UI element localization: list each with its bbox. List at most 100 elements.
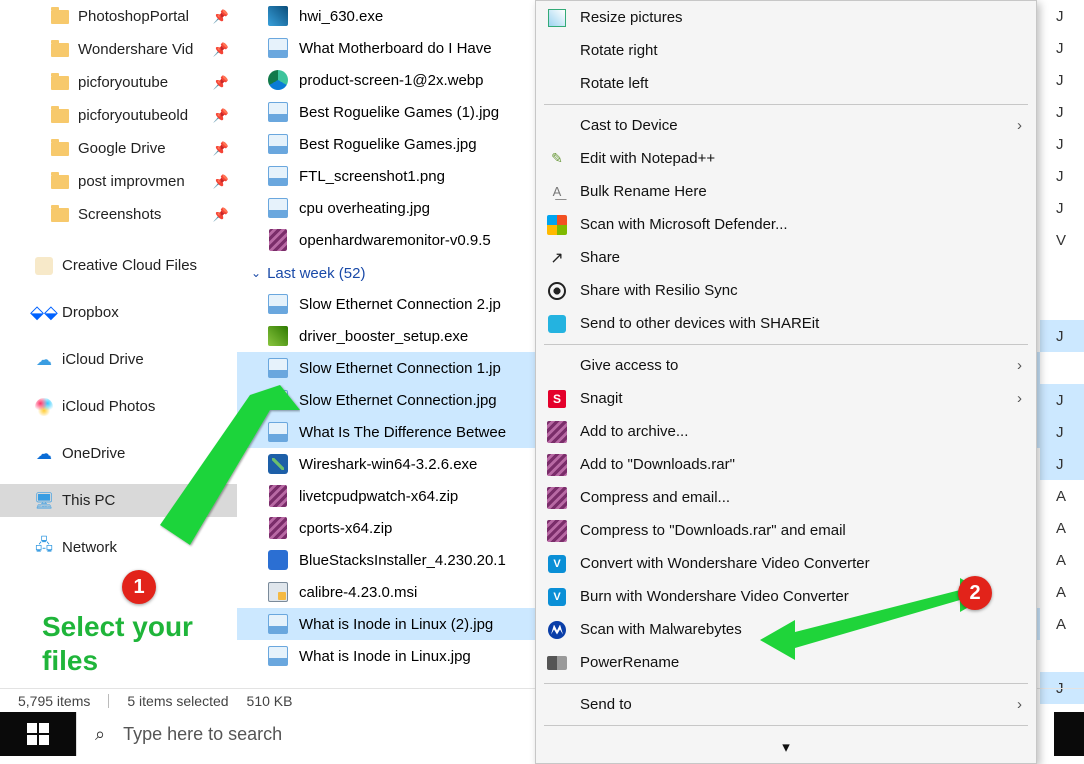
file-icon [267,37,289,59]
chevron-right-icon: › [1017,357,1022,374]
winrar-icon [546,421,568,443]
context-menu-item[interactable]: VConvert with Wondershare Video Converte… [536,547,1036,580]
sidebar-quick-access-item[interactable]: picforyoutubeold 📌 [0,99,237,132]
folder-icon [50,139,70,159]
menu-item-label: Resize pictures [580,9,683,26]
sidebar-quick-access-item[interactable]: picforyoutube 📌 [0,66,237,99]
sidebar-quick-access-item[interactable]: Screenshots📌 [0,198,237,231]
context-menu-item[interactable]: Rotate left [536,67,1036,100]
context-menu-item[interactable]: Cast to Device› [536,109,1036,142]
context-menu-item[interactable]: A͟ Bulk Rename Here [536,175,1036,208]
file-date-cell: J [1040,32,1084,64]
notepad-icon: ✎ [546,148,568,170]
file-icon [267,645,289,667]
context-menu-item[interactable]: ▾ [536,730,1036,763]
file-date-cell: A [1040,480,1084,512]
sidebar-item-label: Network [62,539,117,556]
file-date-cell [1040,352,1084,384]
file-icon [267,549,289,571]
sidebar-root-item[interactable]: ⬙⬙Dropbox [0,296,237,329]
file-icon [267,421,289,443]
share-icon: ↗ [546,247,568,269]
pin-icon: 📌 [213,108,229,124]
context-menu-item[interactable]: Compress and email... [536,481,1036,514]
bulk-icon: A͟ [546,181,568,203]
sidebar-item-label: picforyoutubeold [78,107,188,124]
nav-sidebar: PhotoshopPortal📌Wondershare Vid📌picforyo… [0,0,237,681]
wonder-icon: V [546,553,568,575]
winrar-icon [546,454,568,476]
sidebar-quick-access-item[interactable]: Google Drive📌 [0,132,237,165]
pin-icon: 📌 [213,9,229,25]
file-date-cell [1040,256,1084,288]
file-name: What Motherboard do I Have [299,40,492,57]
sidebar-item-label: Wondershare Vid [78,41,193,58]
menu-item-label: Edit with Notepad++ [580,150,715,167]
file-icon [267,197,289,219]
context-menu-item[interactable]: Add to "Downloads.rar" [536,448,1036,481]
file-icon [267,133,289,155]
context-menu-item[interactable]: Send to other devices with SHAREit [536,307,1036,340]
net-icon: 🖧 [34,538,54,558]
sidebar-root-item[interactable]: 🖥This PC [0,484,237,517]
sidebar-item-label: OneDrive [62,445,125,462]
cc-icon [34,256,54,276]
pin-icon: 📌 [213,174,229,190]
file-icon [267,101,289,123]
menu-item-label: Rotate left [580,75,648,92]
context-menu-item[interactable]: Give access to› [536,349,1036,382]
menu-item-label: Bulk Rename Here [580,183,707,200]
file-name: cports-x64.zip [299,520,392,537]
context-menu-item[interactable]: Rotate right [536,34,1036,67]
file-name: Slow Ethernet Connection 1.jp [299,360,501,377]
context-menu-item[interactable]: Add to archive... [536,415,1036,448]
file-name: Slow Ethernet Connection 2.jp [299,296,501,313]
file-name: Best Roguelike Games.jpg [299,136,477,153]
context-menu-item[interactable]: Send to› [536,688,1036,721]
start-button[interactable] [0,712,76,756]
file-date-cell: J [1040,160,1084,192]
folder-icon [50,73,70,93]
context-menu: Resize pictures Rotate right Rotate left Ca… [535,0,1037,764]
sidebar-quick-access-item[interactable]: post improvmen 📌 [0,165,237,198]
prename-icon [546,652,568,674]
context-menu-item[interactable]: ✎ Edit with Notepad++ [536,142,1036,175]
file-date-cell: A [1040,608,1084,640]
context-menu-item[interactable]: Scan with Microsoft Defender... [536,208,1036,241]
context-menu-item[interactable]: Scan with Malwarebytes [536,613,1036,646]
sidebar-quick-access-item[interactable]: PhotoshopPortal📌 [0,0,237,33]
file-icon [267,485,289,507]
context-menu-item[interactable]: Compress to "Downloads.rar" and email [536,514,1036,547]
context-menu-item[interactable]: Resize pictures [536,1,1036,34]
menu-item-label: Share with Resilio Sync [580,282,738,299]
flower-icon [34,397,54,417]
search-placeholder: Type here to search [123,724,282,745]
folder-icon [50,106,70,126]
sidebar-root-item[interactable]: 🖧 Network [0,531,237,564]
context-menu-item[interactable]: ↗ Share [536,241,1036,274]
file-date-cell: A [1040,512,1084,544]
folder-icon [50,172,70,192]
folder-icon [50,40,70,60]
sidebar-root-item[interactable]: Creative Cloud Files [0,249,237,282]
context-menu-item[interactable]: SSnagit› [536,382,1036,415]
sidebar-quick-access-item[interactable]: Wondershare Vid📌 [0,33,237,66]
context-menu-item[interactable]: PowerRename [536,646,1036,679]
sidebar-item-label: picforyoutube [78,74,168,91]
search-icon: ⌕ [95,724,105,745]
defender-icon [546,214,568,236]
sidebar-root-item[interactable]: ☁OneDrive [0,437,237,470]
file-date-cell: A [1040,544,1084,576]
pin-icon: 📌 [213,75,229,91]
file-date-cell: J [1040,416,1084,448]
file-icon [267,325,289,347]
sidebar-root-item[interactable]: ☁iCloud Drive [0,343,237,376]
context-menu-item[interactable]: Share with Resilio Sync [536,274,1036,307]
sidebar-root-item[interactable]: iCloud Photos [0,390,237,423]
menu-item-label: Scan with Malwarebytes [580,621,742,638]
menu-item-label: Share [580,249,620,266]
context-menu-item[interactable]: VBurn with Wondershare Video Converter [536,580,1036,613]
sidebar-item-label: post improvmen [78,173,185,190]
file-icon [267,613,289,635]
shareit-icon [546,313,568,335]
